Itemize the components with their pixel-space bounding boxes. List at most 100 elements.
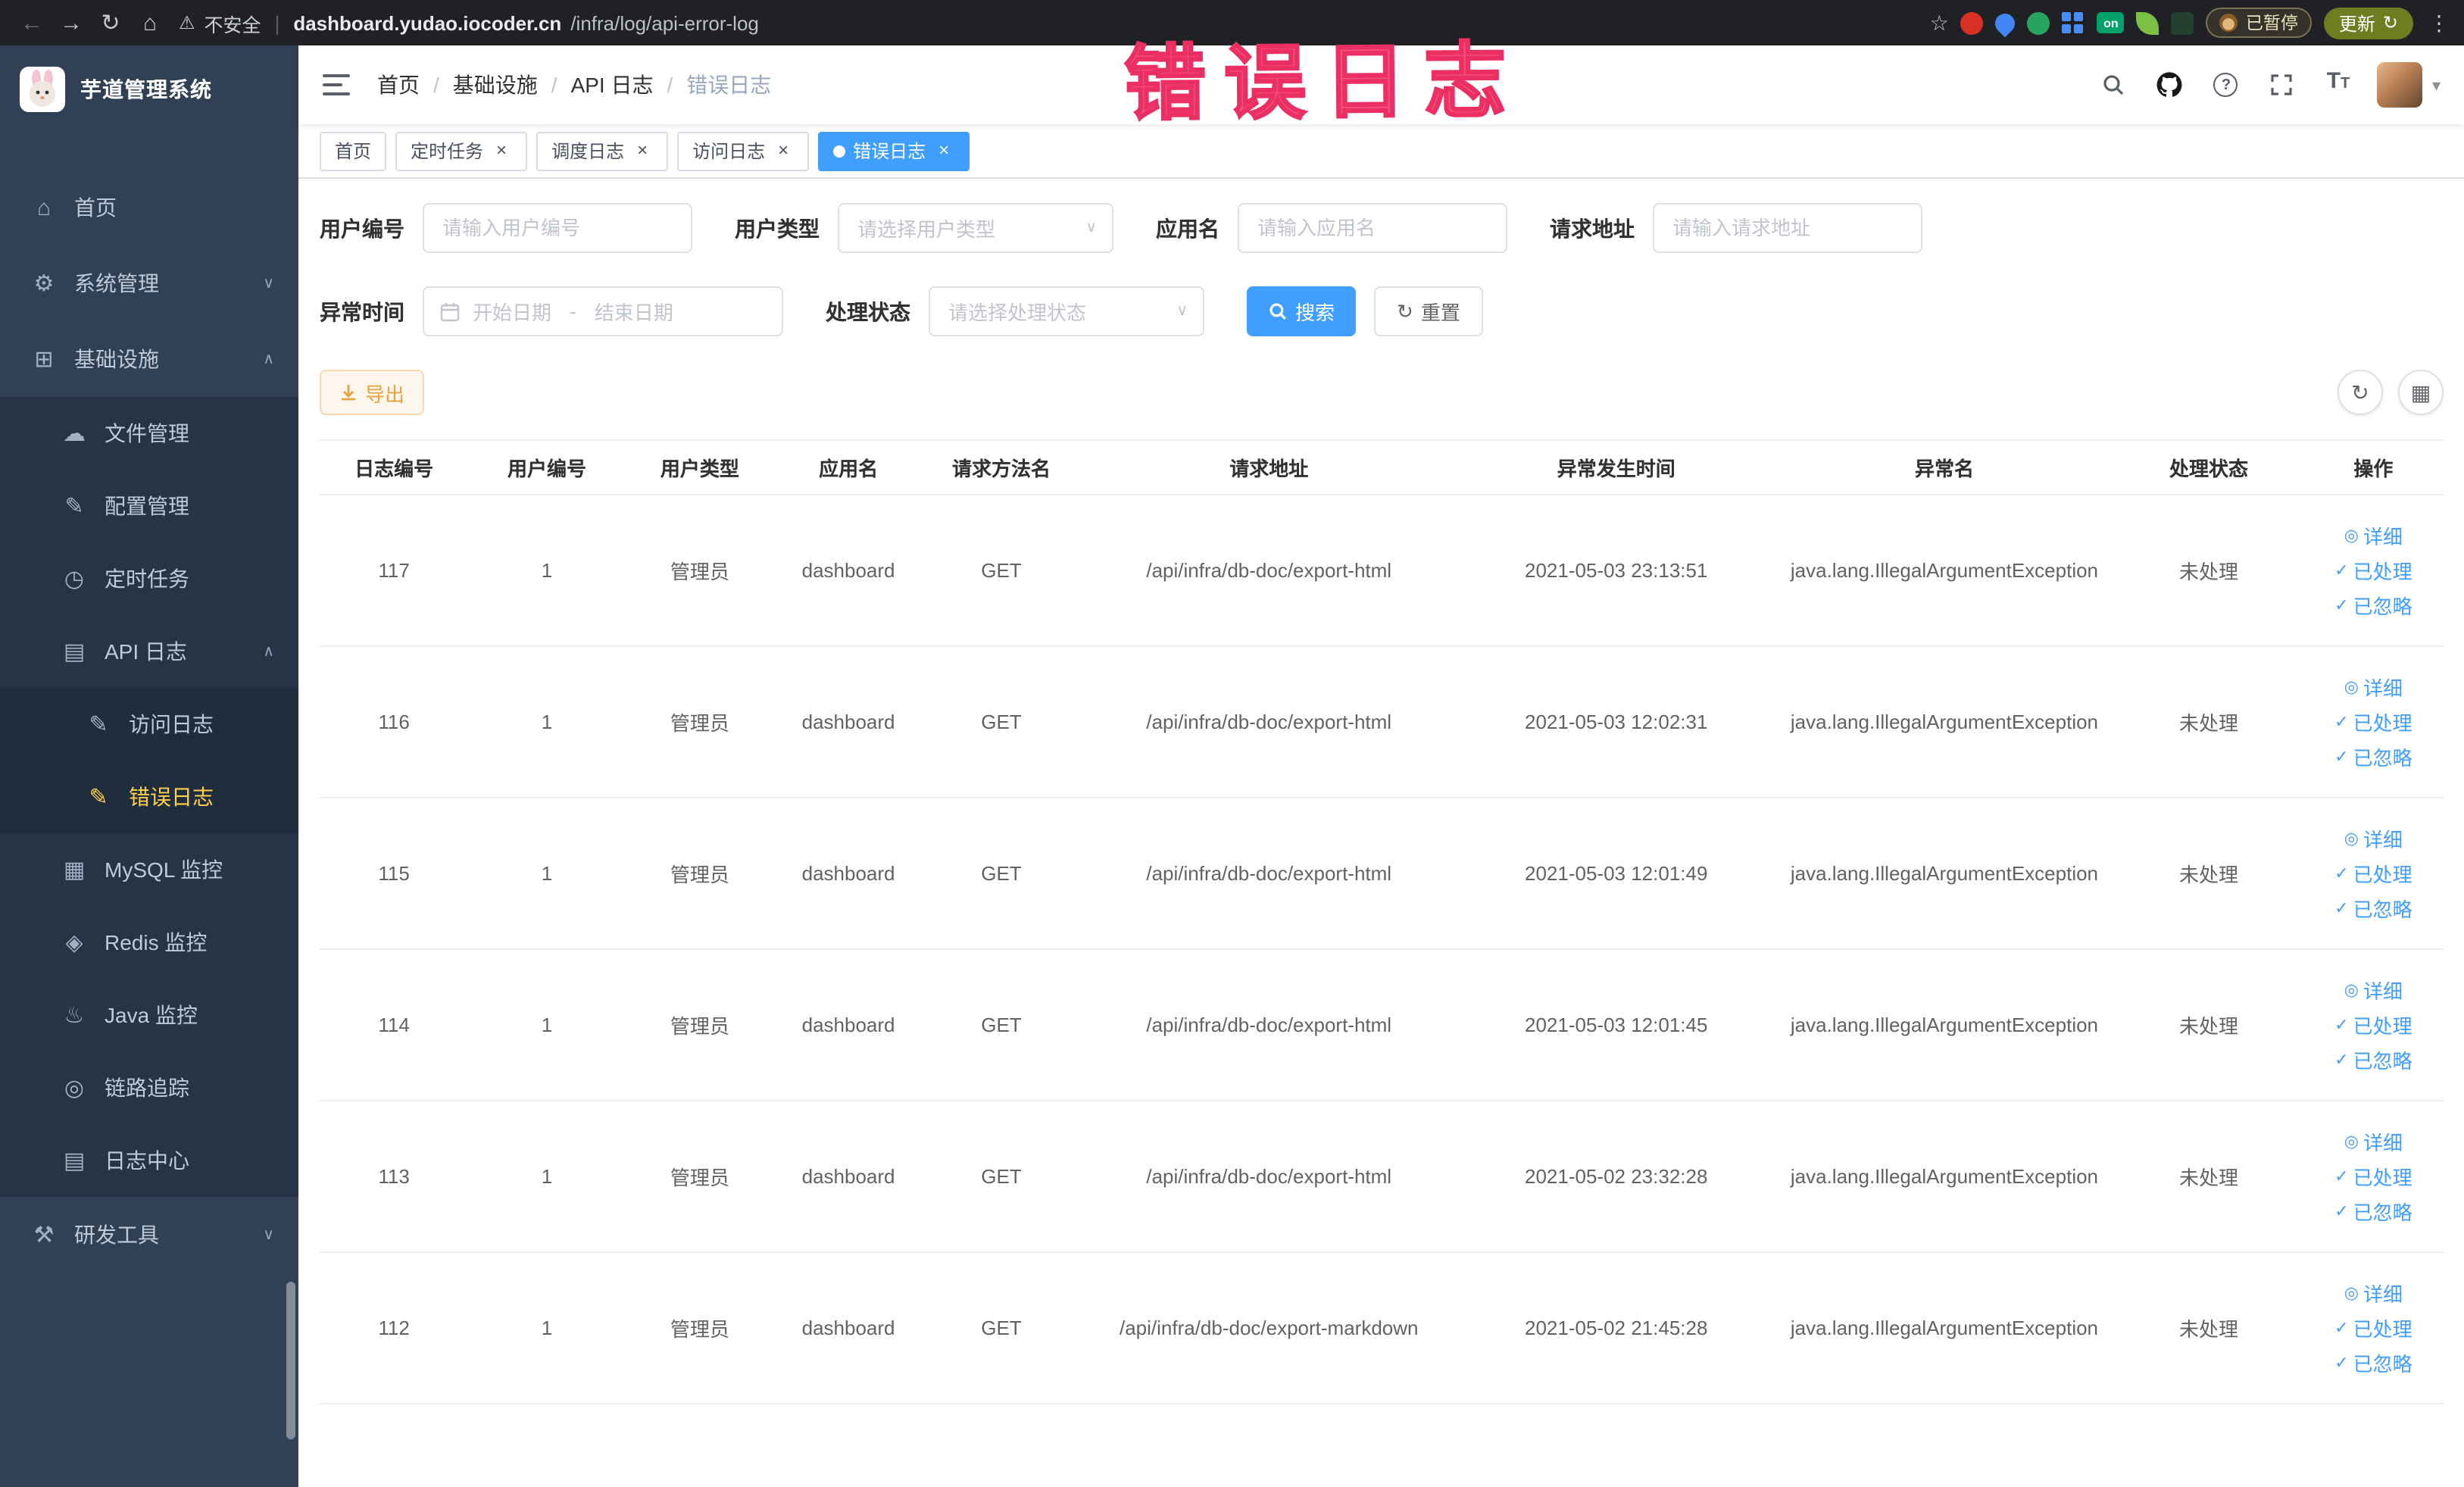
tab-home[interactable]: 首页 bbox=[320, 131, 387, 170]
fullscreen-icon[interactable] bbox=[2266, 68, 2299, 102]
back-icon[interactable]: ← bbox=[15, 6, 48, 39]
app-logo[interactable]: 芋道管理系统 bbox=[0, 45, 298, 133]
request-url-input[interactable] bbox=[1653, 203, 1922, 253]
home-icon[interactable]: ⌂ bbox=[133, 6, 167, 39]
search-icon[interactable] bbox=[2097, 68, 2131, 102]
mark-ignored-link[interactable]: ✓ 已忽略 bbox=[2334, 1348, 2412, 1377]
mark-ignored-link[interactable]: ✓ 已忽略 bbox=[2334, 1045, 2412, 1074]
log-center-icon: ▤ bbox=[63, 1148, 86, 1174]
exception-time-range-picker[interactable]: 开始日期 - 结束日期 bbox=[423, 286, 783, 336]
address-bar[interactable]: ⚠ 不安全 | dashboard.yudao.iocoder.cn/infra… bbox=[179, 8, 1930, 37]
mark-processed-link[interactable]: ✓ 已处理 bbox=[2334, 1162, 2412, 1191]
refresh-table-button[interactable]: ↻ bbox=[2338, 370, 2383, 415]
sidebar-item-tracing[interactable]: ◎ 链路追踪 bbox=[0, 1051, 298, 1124]
breadcrumb-home[interactable]: 首页 bbox=[377, 70, 420, 100]
mark-processed-link[interactable]: ✓ 已处理 bbox=[2334, 1011, 2412, 1039]
close-icon[interactable]: × bbox=[632, 139, 653, 161]
close-icon[interactable]: × bbox=[933, 139, 954, 161]
security-warning-icon: ⚠ bbox=[179, 12, 195, 33]
extension-icon-on-badge[interactable]: on bbox=[2097, 12, 2125, 33]
process-status-select[interactable]: 请选择处理状态 ∨ bbox=[929, 286, 1204, 336]
search-button[interactable]: 搜索 bbox=[1247, 286, 1357, 336]
export-button[interactable]: 导出 bbox=[320, 370, 425, 415]
mark-ignored-link[interactable]: ✓ 已忽略 bbox=[2334, 894, 2412, 923]
close-icon[interactable]: × bbox=[773, 139, 794, 161]
tab-error-logs[interactable]: 错误日志 × bbox=[818, 131, 970, 170]
extension-icon-red[interactable] bbox=[1960, 11, 1984, 34]
breadcrumb-api-logs[interactable]: API 日志 bbox=[571, 70, 654, 100]
sidebar-scrollbar-thumb[interactable] bbox=[286, 1282, 295, 1439]
sidebar-item-access-logs[interactable]: ✎ 访问日志 bbox=[0, 688, 298, 761]
detail-link[interactable]: ◎ 详细 bbox=[2344, 824, 2403, 853]
extension-icon-green[interactable] bbox=[2027, 11, 2050, 34]
table-row: 112 1 管理员 dashboard GET /api/infra/db-do… bbox=[320, 1252, 2444, 1404]
detail-link[interactable]: ◎ 详细 bbox=[2344, 1279, 2403, 1307]
extension-icon-tree[interactable] bbox=[2171, 11, 2194, 34]
user-id-input[interactable] bbox=[423, 203, 692, 253]
sidebar-item-scheduled-tasks[interactable]: ◷ 定时任务 bbox=[0, 542, 298, 615]
paused-extension-badge[interactable]: 已暂停 bbox=[2206, 8, 2312, 38]
mark-processed-link[interactable]: ✓ 已处理 bbox=[2334, 1314, 2412, 1342]
mark-ignored-link[interactable]: ✓ 已忽略 bbox=[2334, 1197, 2412, 1226]
font-size-icon[interactable]: TT bbox=[2322, 68, 2355, 102]
sidebar-item-config-management[interactable]: ✎ 配置管理 bbox=[0, 470, 298, 542]
breadcrumb-infra[interactable]: 基础设施 bbox=[453, 70, 538, 100]
tab-access-logs[interactable]: 访问日志 × bbox=[677, 131, 810, 170]
sidebar: 芋道管理系统 ⌂ 首页 ⚙ 系统管理 ∨ ⊞ 基础设施 ∧ ☁ 文件管理 ✎ 配… bbox=[0, 45, 298, 1487]
tab-scheduled-tasks[interactable]: 定时任务 × bbox=[395, 131, 528, 170]
hamburger-icon[interactable] bbox=[323, 74, 350, 95]
sidebar-item-api-logs[interactable]: ▤ API 日志 ∧ bbox=[0, 615, 298, 688]
download-icon bbox=[342, 385, 355, 401]
column-visibility-button[interactable]: ▦ bbox=[2398, 370, 2444, 415]
chevron-up-icon: ∧ bbox=[263, 351, 274, 367]
sidebar-item-java-monitor[interactable]: ♨ Java 监控 bbox=[0, 979, 298, 1051]
mark-ignored-link[interactable]: ✓ 已忽略 bbox=[2334, 742, 2412, 771]
help-icon[interactable]: ? bbox=[2209, 68, 2243, 102]
detail-link[interactable]: ◎ 详细 bbox=[2344, 1127, 2403, 1156]
update-label: 更新 bbox=[2338, 13, 2375, 34]
forward-icon[interactable]: → bbox=[55, 6, 88, 39]
filter-row-1: 用户编号 用户类型 请选择用户类型 ∨ 应用名 bbox=[320, 203, 2444, 253]
sidebar-item-log-center[interactable]: ▤ 日志中心 bbox=[0, 1124, 298, 1197]
mark-processed-link[interactable]: ✓ 已处理 bbox=[2334, 708, 2412, 736]
sidebar-item-error-logs[interactable]: ✎ 错误日志 bbox=[0, 761, 298, 833]
sidebar-item-home[interactable]: ⌂ 首页 bbox=[0, 170, 298, 245]
infra-icon: ⊞ bbox=[34, 347, 54, 373]
filter-row-2: 异常时间 开始日期 - 结束日期 处理状态 请选择处理状态 ∨ 搜索 ↻ 重置 bbox=[320, 286, 2444, 336]
sidebar-item-redis-monitor[interactable]: ◈ Redis 监控 bbox=[0, 906, 298, 979]
detail-link[interactable]: ◎ 详细 bbox=[2344, 673, 2403, 701]
column-header-user-type: 用户类型 bbox=[625, 439, 774, 495]
sidebar-item-infra[interactable]: ⊞ 基础设施 ∧ bbox=[0, 321, 298, 397]
annotation-overlay: 错误日志 bbox=[1123, 35, 1526, 132]
reset-button[interactable]: ↻ 重置 bbox=[1374, 286, 1483, 336]
reload-icon[interactable]: ↻ bbox=[94, 6, 127, 39]
extension-icon-sprout[interactable] bbox=[2136, 11, 2160, 34]
chevron-down-icon: ∨ bbox=[263, 1226, 274, 1243]
extension-icon-droplet[interactable] bbox=[1991, 8, 2020, 37]
sidebar-item-system[interactable]: ⚙ 系统管理 ∨ bbox=[0, 245, 298, 321]
mark-processed-link[interactable]: ✓ 已处理 bbox=[2334, 556, 2412, 585]
close-icon[interactable]: × bbox=[491, 139, 512, 161]
user-avatar[interactable]: ▾ bbox=[2377, 62, 2441, 108]
github-icon[interactable] bbox=[2153, 68, 2187, 102]
app-name-input[interactable] bbox=[1238, 203, 1507, 253]
sidebar-item-mysql-monitor[interactable]: ▦ MySQL 监控 bbox=[0, 833, 298, 906]
eye-icon: ◎ bbox=[2344, 679, 2359, 697]
mark-processed-link[interactable]: ✓ 已处理 bbox=[2334, 859, 2412, 888]
detail-link[interactable]: ◎ 详细 bbox=[2344, 521, 2403, 550]
sidebar-item-dev-tools[interactable]: ⚒ 研发工具 ∨ bbox=[0, 1197, 298, 1273]
tab-dispatch-logs[interactable]: 调度日志 × bbox=[536, 131, 669, 170]
sidebar-item-file-management[interactable]: ☁ 文件管理 bbox=[0, 397, 298, 470]
user-type-select[interactable]: 请选择用户类型 ∨ bbox=[838, 203, 1113, 253]
browser-update-button[interactable]: 更新 ↻ bbox=[2323, 7, 2413, 39]
mark-ignored-link[interactable]: ✓ 已忽略 bbox=[2334, 591, 2412, 620]
extension-icon-grid[interactable] bbox=[2062, 11, 2085, 34]
security-label[interactable]: 不安全 bbox=[205, 8, 261, 37]
table-row: 114 1 管理员 dashboard GET /api/infra/db-do… bbox=[320, 949, 2444, 1101]
rabbit-logo-icon bbox=[20, 67, 65, 112]
chrome-menu-icon[interactable]: ⋮ bbox=[2428, 10, 2450, 36]
monkey-icon bbox=[2219, 14, 2238, 32]
bookmark-star-icon[interactable]: ☆ bbox=[1930, 10, 1949, 36]
detail-link[interactable]: ◎ 详细 bbox=[2344, 976, 2403, 1004]
refresh-icon: ↻ bbox=[1397, 299, 1413, 322]
